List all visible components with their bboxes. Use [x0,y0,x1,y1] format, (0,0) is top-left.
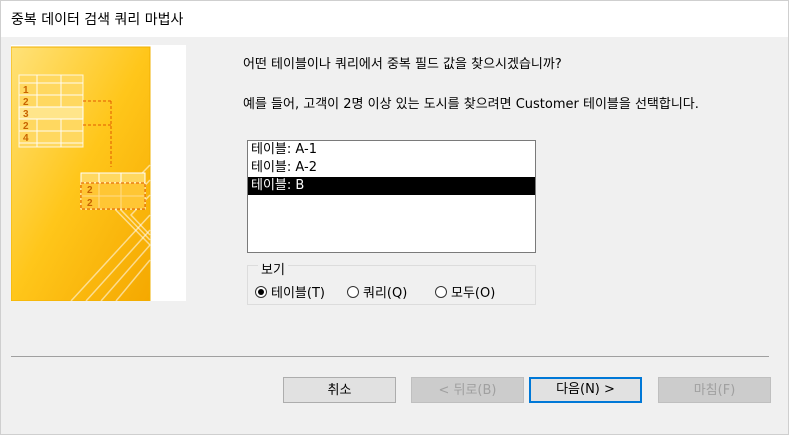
illustration-row-number: 4 [23,133,29,144]
illustration-row-number: 3 [23,109,29,120]
radio-queries-label: 쿼리(Q) [363,286,408,301]
radio-both[interactable]: 모두(O) [435,282,495,301]
illustration-row-number: 2 [23,121,29,132]
back-button[interactable]: < 뒤로(B) [411,377,524,403]
footer-separator [11,356,769,357]
title-bar: 중복 데이터 검색 쿼리 마법사 [0,0,789,37]
list-item[interactable]: 테이블: A-1 [248,141,535,159]
radio-unchecked-icon [347,285,359,298]
radio-both-label: 모두(O) [451,286,496,301]
radio-tables[interactable]: 테이블(T) [255,282,325,301]
view-groupbox-legend: 보기 [258,259,288,278]
window-title: 중복 데이터 검색 쿼리 마법사 [11,12,184,28]
radio-checked-icon [255,285,267,298]
illustration-row-number: 2 [23,97,29,108]
illustration-row-number: 2 [87,185,93,196]
next-button[interactable]: 다음(N) > [529,377,642,403]
wizard-illustration: 1 2 3 2 4 2 2 [11,45,186,301]
radio-unchecked-icon [435,285,447,298]
radio-tables-label: 테이블(T) [271,286,325,301]
finish-button[interactable]: 마침(F) [658,377,771,403]
wizard-example-text: 예를 들어, 고객이 2명 이상 있는 도시를 찾으려면 Customer 테이… [243,97,699,112]
table-query-listbox[interactable]: 테이블: A-1 테이블: A-2 테이블: B [247,140,536,253]
illustration-row-number: 1 [23,85,29,96]
cancel-button[interactable]: 취소 [283,377,396,403]
list-item-selected[interactable]: 테이블: B [248,177,535,195]
illustration-graphic: 1 2 3 2 4 2 2 [11,46,151,301]
list-item[interactable]: 테이블: A-2 [248,159,535,177]
radio-queries[interactable]: 쿼리(Q) [347,282,407,301]
illustration-row-number: 2 [87,198,93,209]
wizard-question: 어떤 테이블이나 쿼리에서 중복 필드 값을 찾으시겠습니까? [243,57,562,72]
